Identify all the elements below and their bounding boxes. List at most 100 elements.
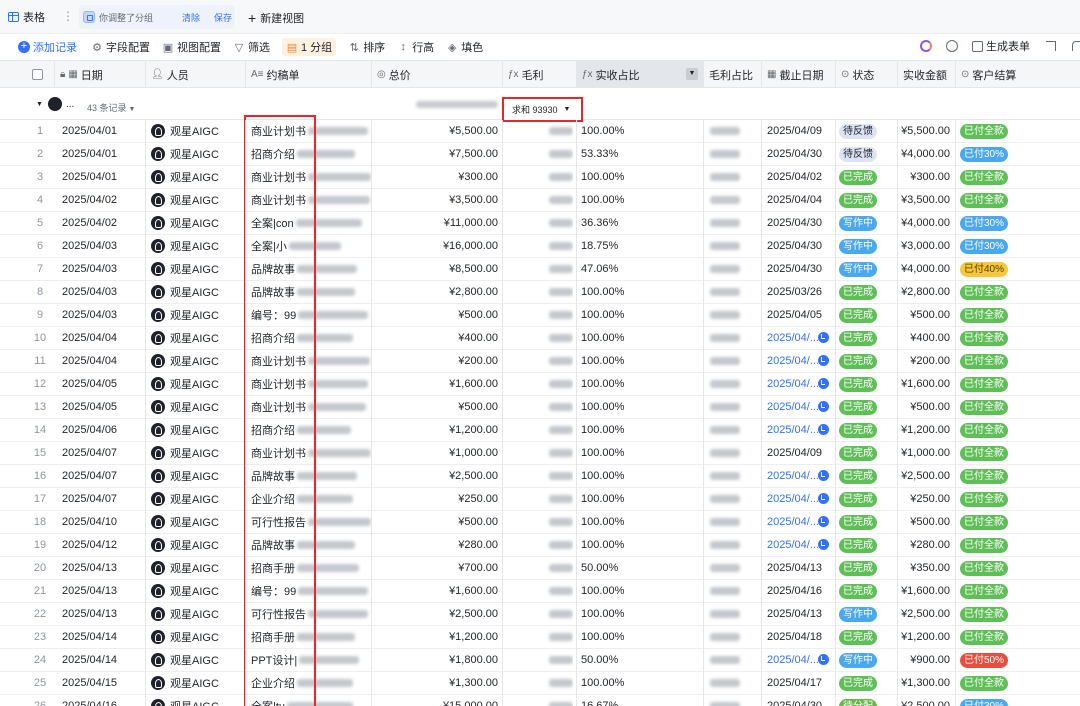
total-cell[interactable]: ¥1,600.00 — [376, 580, 498, 602]
person-cell[interactable]: 观星AIGC — [151, 166, 245, 188]
status-cell[interactable]: 已完成 — [839, 672, 895, 694]
date-cell[interactable]: 2025/04/16 — [62, 695, 144, 706]
reminder-clock-icon[interactable] — [818, 355, 829, 366]
total-cell[interactable]: ¥280.00 — [376, 534, 498, 556]
table-row[interactable]: 15 2025/04/07 观星AIGC 商业计划书 ¥1,000.00 100.00% 2… — [0, 442, 1080, 465]
gross-ratio-cell[interactable] — [708, 695, 760, 706]
reminder-clock-icon[interactable] — [818, 470, 829, 481]
settle-cell[interactable]: 已付全款 — [960, 603, 1050, 625]
ratio-cell[interactable]: 100.00% — [581, 120, 701, 142]
received-cell[interactable]: ¥2,500.00 — [900, 695, 950, 706]
person-cell[interactable]: 观星AIGC — [151, 488, 245, 510]
group-button[interactable]: ▤ 1 分组 — [282, 38, 337, 56]
due-date-cell[interactable]: 2025/04/30 — [767, 143, 835, 165]
field-config-button[interactable]: ⚙ 字段配置 — [91, 38, 150, 56]
gross-ratio-cell[interactable] — [708, 672, 760, 694]
total-cell[interactable]: ¥7,500.00 — [376, 143, 498, 165]
person-cell[interactable]: 观星AIGC — [151, 442, 245, 464]
received-cell[interactable]: ¥400.00 — [900, 327, 950, 349]
header-gross-ratio[interactable]: 毛利占比 — [703, 61, 761, 88]
gross-cell[interactable] — [503, 166, 573, 188]
settle-cell[interactable]: 已付30% — [960, 235, 1050, 257]
person-cell[interactable]: 观星AIGC — [151, 672, 245, 694]
filter-button[interactable]: ▽ 筛选 — [233, 38, 270, 56]
reminder-clock-icon[interactable] — [818, 654, 829, 665]
table-row[interactable]: 21 2025/04/13 观星AIGC 编号：99 ¥1,600.00 100.00% 2… — [0, 580, 1080, 603]
received-cell[interactable]: ¥1,200.00 — [900, 626, 950, 648]
status-cell[interactable]: 已完成 — [839, 373, 895, 395]
total-cell[interactable]: ¥250.00 — [376, 488, 498, 510]
header-gross[interactable]: ƒx 毛利 — [502, 61, 576, 88]
total-cell[interactable]: ¥500.00 — [376, 396, 498, 418]
received-cell[interactable]: ¥3,500.00 — [900, 189, 950, 211]
date-cell[interactable]: 2025/04/01 — [62, 120, 144, 142]
undo-icon[interactable] — [1072, 41, 1080, 51]
table-row[interactable]: 25 2025/04/15 观星AIGC 企业介绍 ¥1,300.00 100.00% 20… — [0, 672, 1080, 695]
settle-cell[interactable]: 已付全款 — [960, 396, 1050, 418]
header-date[interactable]: 🔒︎ ▦ 日期 — [54, 61, 145, 88]
received-cell[interactable]: ¥2,800.00 — [900, 281, 950, 303]
due-date-cell[interactable]: 2025/03/26 — [767, 281, 835, 303]
select-all-cell[interactable] — [27, 61, 51, 88]
gross-cell[interactable] — [503, 626, 573, 648]
received-cell[interactable]: ¥1,200.00 — [900, 419, 950, 441]
status-cell[interactable]: 已完成 — [839, 189, 895, 211]
save-link[interactable]: 保存 — [214, 11, 232, 24]
total-cell[interactable]: ¥2,800.00 — [376, 281, 498, 303]
status-cell[interactable]: 已完成 — [839, 350, 895, 372]
date-cell[interactable]: 2025/04/04 — [62, 350, 144, 372]
gross-ratio-cell[interactable] — [708, 212, 760, 234]
person-cell[interactable]: 观星AIGC — [151, 396, 245, 418]
gross-cell[interactable] — [503, 327, 573, 349]
gross-ratio-cell[interactable] — [708, 534, 760, 556]
status-cell[interactable]: 写作中 — [839, 235, 895, 257]
due-date-cell[interactable]: 2025/04/30 — [767, 235, 835, 257]
gross-cell[interactable] — [503, 695, 573, 706]
person-cell[interactable]: 观星AIGC — [151, 626, 245, 648]
table-row[interactable]: 13 2025/04/05 观星AIGC 商业计划书 ¥500.00 100.00% 202… — [0, 396, 1080, 419]
ratio-cell[interactable]: 100.00% — [581, 281, 701, 303]
group-record-count[interactable]: 43 条记录 ▼ — [87, 101, 135, 114]
received-cell[interactable]: ¥500.00 — [900, 396, 950, 418]
received-cell[interactable]: ¥2,500.00 — [900, 603, 950, 625]
view-config-button[interactable]: ▣ 视图配置 — [162, 38, 221, 56]
table-row[interactable]: 6 2025/04/03 观星AIGC 全案|小 ¥16,000.00 18.75% 202… — [0, 235, 1080, 258]
table-row[interactable]: 7 2025/04/03 观星AIGC 品牌故事 ¥8,500.00 47.06% 2025… — [0, 258, 1080, 281]
reminder-clock-icon[interactable] — [818, 332, 829, 343]
ratio-cell[interactable]: 100.00% — [581, 419, 701, 441]
gross-ratio-cell[interactable] — [708, 603, 760, 625]
status-cell[interactable]: 已完成 — [839, 465, 895, 487]
gross-cell[interactable] — [503, 603, 573, 625]
gross-ratio-cell[interactable] — [708, 396, 760, 418]
gross-ratio-cell[interactable] — [708, 557, 760, 579]
table-row[interactable]: 10 2025/04/04 观星AIGC 招商介绍 ¥400.00 100.00% 2025… — [0, 327, 1080, 350]
date-cell[interactable]: 2025/04/12 — [62, 534, 144, 556]
person-cell[interactable]: 观星AIGC — [151, 373, 245, 395]
gross-cell[interactable] — [503, 534, 573, 556]
gross-ratio-cell[interactable] — [708, 235, 760, 257]
settle-cell[interactable]: 已付全款 — [960, 511, 1050, 533]
table-row[interactable]: 24 2025/04/14 观星AIGC PPT设计| ¥1,800.00 50.00% 2… — [0, 649, 1080, 672]
total-cell[interactable]: ¥11,000.00 — [376, 212, 498, 234]
received-cell[interactable]: ¥500.00 — [900, 511, 950, 533]
gross-cell[interactable] — [503, 511, 573, 533]
ratio-cell[interactable]: 100.00% — [581, 396, 701, 418]
gross-ratio-cell[interactable] — [708, 580, 760, 602]
column-menu-icon[interactable]: ▼ — [686, 68, 698, 80]
due-date-cell[interactable]: 2025/04/30 — [767, 258, 835, 280]
date-cell[interactable]: 2025/04/03 — [62, 235, 144, 257]
gross-ratio-cell[interactable] — [708, 143, 760, 165]
due-date-cell[interactable]: 2025/04/30 — [767, 212, 835, 234]
settle-cell[interactable]: 已付全款 — [960, 488, 1050, 510]
due-date-cell[interactable]: 2025/04/13 — [767, 557, 835, 579]
received-cell[interactable]: ¥200.00 — [900, 350, 950, 372]
ratio-cell[interactable]: 100.00% — [581, 534, 701, 556]
table-row[interactable]: 23 2025/04/14 观星AIGC 招商手册 ¥1,200.00 100.00% 20… — [0, 626, 1080, 649]
date-cell[interactable]: 2025/04/02 — [62, 212, 144, 234]
ratio-cell[interactable]: 50.00% — [581, 557, 701, 579]
header-total[interactable]: ◎ 总价 — [371, 61, 502, 88]
status-cell[interactable]: 写作中 — [839, 649, 895, 671]
received-cell[interactable]: ¥900.00 — [900, 649, 950, 671]
status-cell[interactable]: 待分配 — [839, 695, 895, 706]
total-cell[interactable]: ¥1,200.00 — [376, 626, 498, 648]
